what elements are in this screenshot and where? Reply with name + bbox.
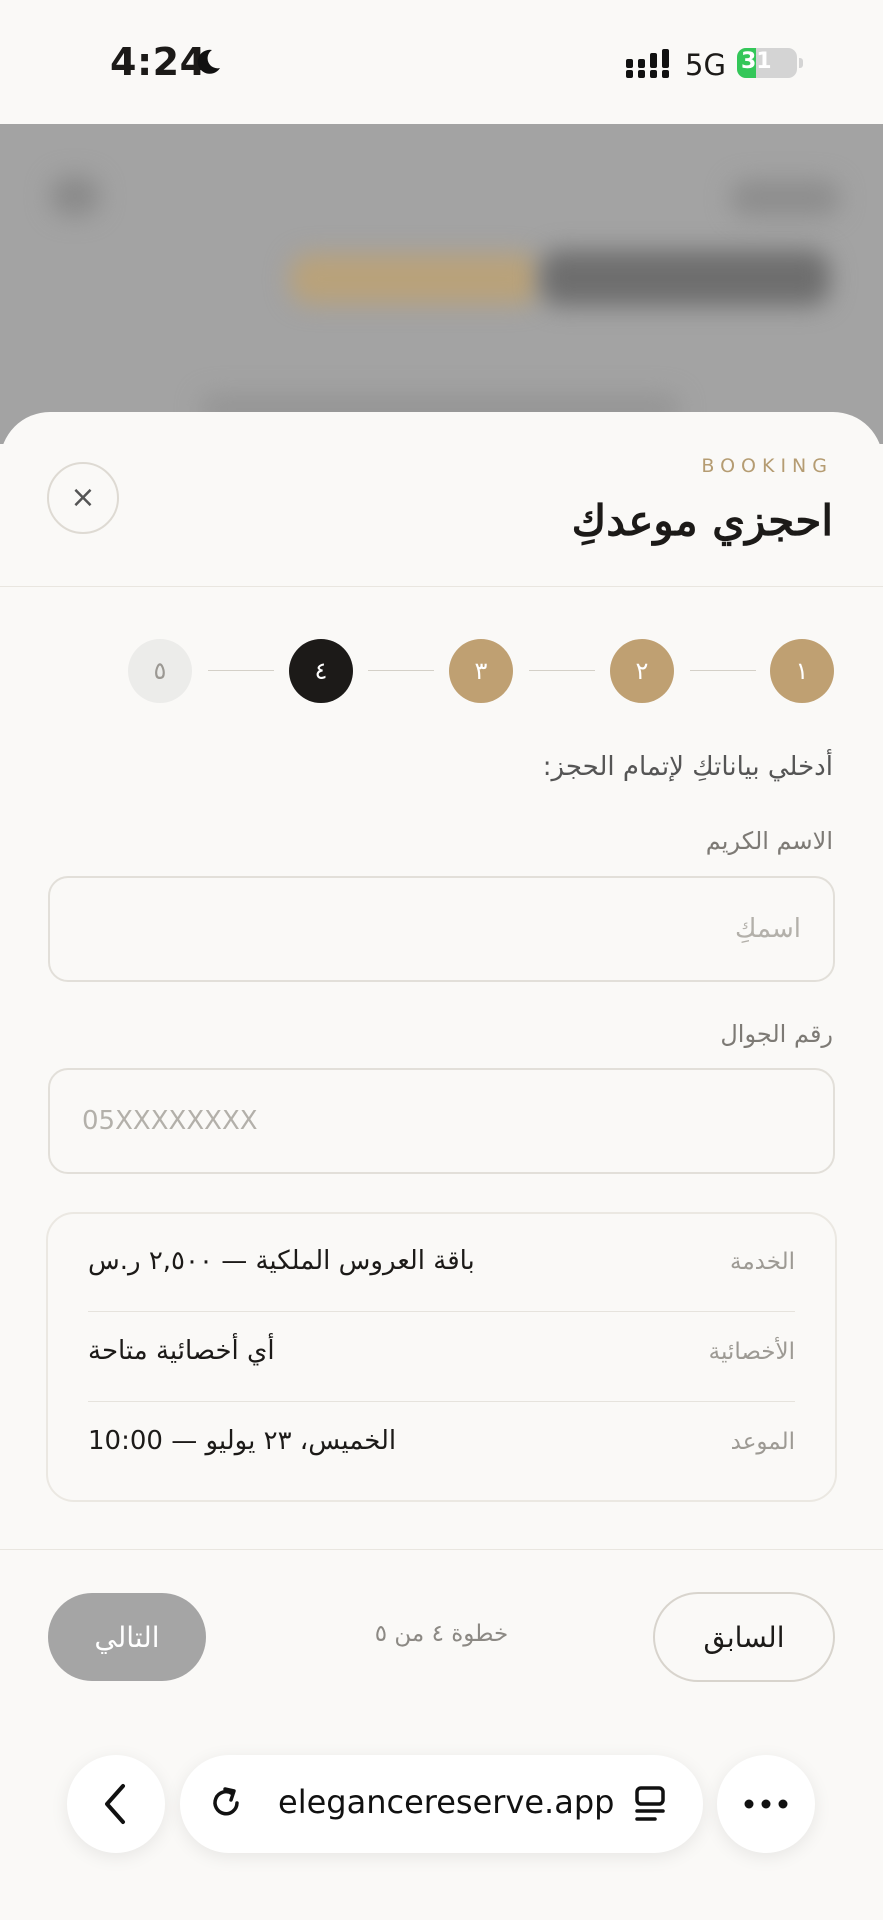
summary-label: الخدمة bbox=[730, 1249, 795, 1275]
next-button[interactable]: التالي bbox=[48, 1593, 206, 1681]
summary-row-service: الخدمة باقة العروس الملكية — ٢,٥٠٠ ر.س bbox=[88, 1222, 795, 1312]
battery-percent: 31 bbox=[741, 49, 772, 74]
step-3-label: ٣ bbox=[474, 657, 488, 685]
footer-divider bbox=[0, 1549, 883, 1550]
header-divider bbox=[0, 586, 883, 587]
close-button[interactable]: × bbox=[47, 462, 119, 534]
more-button[interactable] bbox=[717, 1755, 815, 1853]
phone-label: رقم الجوال bbox=[720, 1020, 833, 1048]
status-bar: 4:24 5G 31 bbox=[0, 0, 883, 124]
battery-icon: 31 bbox=[737, 48, 797, 78]
step-connector bbox=[368, 670, 434, 671]
name-input[interactable] bbox=[48, 876, 835, 982]
url-bar[interactable]: elegancereserve.app bbox=[180, 1755, 703, 1853]
form-intro: أدخلي بياناتكِ لإتمام الحجز: bbox=[542, 752, 833, 782]
reader-icon[interactable] bbox=[633, 1785, 667, 1823]
step-connector bbox=[529, 670, 595, 671]
summary-value: باقة العروس الملكية — ٢,٥٠٠ ر.س bbox=[88, 1246, 475, 1276]
background-page bbox=[0, 124, 883, 444]
step-counter: خطوة ٤ من ٥ bbox=[374, 1621, 509, 1647]
blurred-logo bbox=[730, 180, 840, 216]
summary-value: أي أخصائية متاحة bbox=[88, 1336, 275, 1366]
previous-button[interactable]: السابق bbox=[653, 1592, 835, 1682]
close-icon: × bbox=[70, 480, 96, 515]
sheet-eyebrow: BOOKING bbox=[701, 455, 833, 477]
summary-label: الموعد bbox=[730, 1429, 795, 1455]
reload-icon[interactable] bbox=[206, 1783, 246, 1823]
blurred-heading bbox=[540, 250, 830, 306]
summary-row-appointment: الموعد الخميس، ٢٣ يوليو — 10:00 bbox=[88, 1402, 795, 1492]
network-label: 5G bbox=[685, 48, 726, 82]
back-button[interactable] bbox=[67, 1755, 165, 1853]
step-2: ٢ bbox=[610, 639, 674, 703]
step-1: ١ bbox=[770, 639, 834, 703]
step-connector bbox=[690, 670, 756, 671]
booking-sheet: × BOOKING احجزي موعدكِ ١ ٢ ٣ ٤ ٥ أدخلي ب… bbox=[0, 412, 883, 1920]
step-1-label: ١ bbox=[795, 657, 809, 685]
step-5-label: ٥ bbox=[153, 657, 167, 685]
url-text: elegancereserve.app bbox=[278, 1783, 615, 1821]
summary-row-specialist: الأخصائية أي أخصائية متاحة bbox=[88, 1312, 795, 1402]
step-4: ٤ bbox=[289, 639, 353, 703]
step-4-label: ٤ bbox=[314, 657, 328, 685]
summary-label: الأخصائية bbox=[708, 1339, 795, 1365]
moon-icon bbox=[197, 49, 220, 74]
phone-input[interactable] bbox=[48, 1068, 835, 1174]
step-connector bbox=[208, 670, 274, 671]
summary-value: الخميس، ٢٣ يوليو — 10:00 bbox=[88, 1426, 397, 1456]
blurred-menu-icon bbox=[50, 176, 100, 216]
step-2-label: ٢ bbox=[635, 657, 649, 685]
more-icon bbox=[744, 1799, 788, 1809]
blurred-heading-accent bbox=[290, 254, 540, 304]
stepper: ١ ٢ ٣ ٤ ٥ bbox=[0, 636, 883, 706]
step-5: ٥ bbox=[128, 639, 192, 703]
booking-summary: الخدمة باقة العروس الملكية — ٢,٥٠٠ ر.س ا… bbox=[46, 1212, 837, 1502]
name-label: الاسم الكريم bbox=[705, 827, 833, 855]
chevron-left-icon bbox=[105, 1784, 125, 1824]
battery-cap bbox=[799, 58, 803, 68]
sheet-title: احجزي موعدكِ bbox=[571, 496, 833, 545]
step-3: ٣ bbox=[449, 639, 513, 703]
signal-icon bbox=[626, 49, 669, 78]
